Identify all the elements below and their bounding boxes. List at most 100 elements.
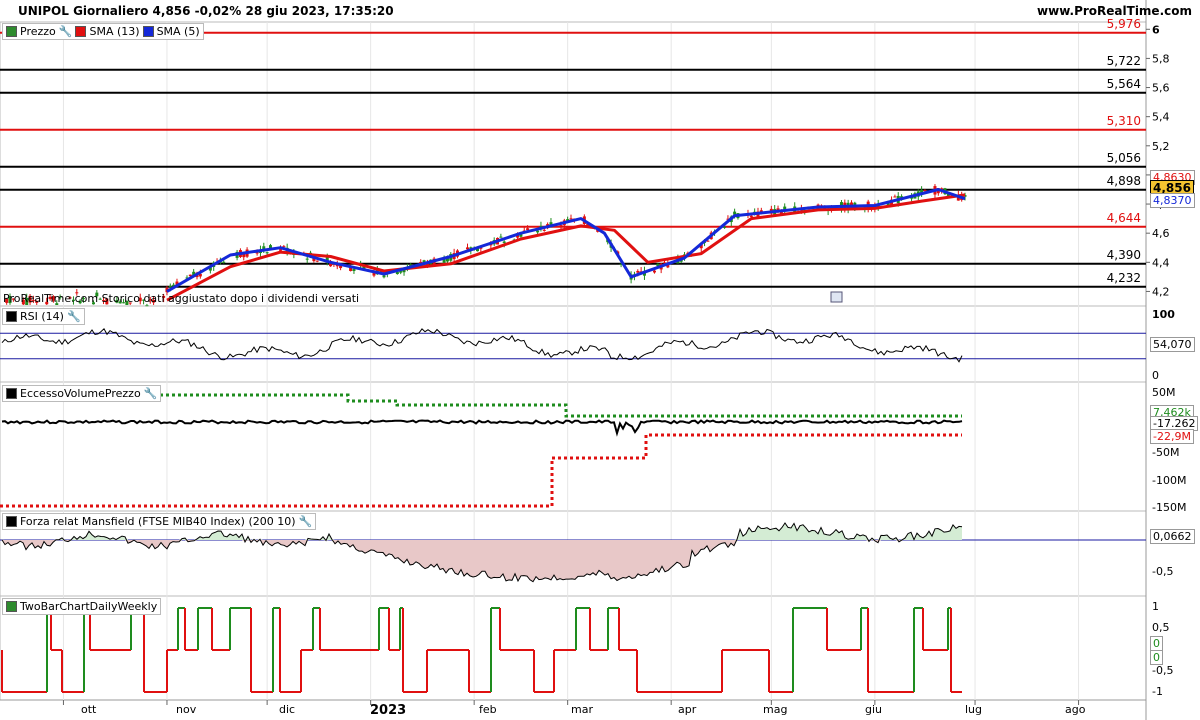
month-feb: feb [479,703,497,716]
volume-axis-m50m: -50M [1152,446,1180,459]
price-axis-label: 5,8 [1152,52,1170,65]
price-axis-label: 4,4 [1152,256,1170,269]
price-level-label: 5,564 [1107,77,1141,91]
rsi-legend-label: RSI (14) [20,310,64,323]
candle-body [502,241,506,243]
candle-body [723,226,727,228]
candle-body [315,260,319,262]
candle-body [168,285,172,288]
wrench-icon[interactable]: 🔧 [59,25,73,38]
month-mag: mag [763,703,788,716]
volume-legend-label: EccessoVolumePrezzo [20,387,141,400]
price-level-label: 5,056 [1107,151,1141,165]
volume-swatch [6,388,17,399]
price-level-label: 4,644 [1107,211,1141,225]
rsi-panel [0,305,1147,383]
price-level-label: 4,390 [1107,248,1141,262]
rsi-axis-bottom: 0 [1152,369,1159,382]
legend-sma13: SMA (13) [89,25,140,38]
candle-body [499,236,503,238]
twobar-axis-m05: -0,5 [1152,664,1174,677]
site-label[interactable]: www.ProRealTime.com [1037,4,1192,18]
legend-prezzo: Prezzo [20,25,56,38]
price-level-label: 4,232 [1107,271,1141,285]
volume-red-dotted [0,433,962,508]
candle-body [305,258,309,260]
volume-legend[interactable]: EccessoVolumePrezzo 🔧 [2,385,162,402]
twobar-axis-1: 1 [1152,600,1159,613]
title-bar: UNIPOL Giornaliero 4,856 -0,02% 28 giu 2… [0,0,1200,22]
volume-axis-m150m: -150M [1152,501,1187,514]
sma13-swatch [75,26,87,37]
twobar-badge-1: 0 [1150,636,1163,651]
twobar-legend[interactable]: TwoBarChartDailyWeekly [2,598,162,615]
candle-body [733,211,737,215]
month-2023: 2023 [370,703,407,718]
volume-axis-m100m: -100M [1152,474,1187,487]
price-axis-label: 5,6 [1152,82,1170,95]
month-mar: mar [571,703,593,716]
price-swatch [6,26,17,37]
month-lug: lug [965,703,983,716]
rsi-axis-top: 100 [1152,308,1175,321]
month-ott: ott [81,703,97,716]
mansfield-legend[interactable]: Forza relat Mansfield (FTSE MIB40 Index)… [2,513,317,530]
data-note: ProRealTime.com Storico dati aggiustato … [3,292,360,305]
candle-body [465,247,469,250]
month-ago: ago [1065,703,1086,716]
month-apr: apr [678,703,697,716]
month-dic: dic [279,703,296,716]
wrench-icon[interactable]: 🔧 [67,310,81,323]
candle-body [145,305,149,307]
twobar-axis-05: 0,5 [1152,621,1170,634]
price-level-label: 5,722 [1107,54,1141,68]
rsi-legend[interactable]: RSI (14) 🔧 [2,308,85,325]
sma5-swatch [142,26,154,37]
twobar-badge-2: 0 [1150,650,1163,665]
twobar-swatch [6,601,17,612]
rsi-line [1,327,963,363]
twobar-legend-label: TwoBarChartDailyWeekly [20,600,158,613]
price-axis-label: 5,2 [1152,140,1170,153]
calendar-icon [830,291,843,303]
volume-red-badge: -22,9M [1150,429,1194,444]
candle-body [893,196,897,198]
price-axis-label: 5,4 [1152,111,1170,124]
volume-black-line [1,419,963,437]
rsi-value-badge: 54,070 [1150,337,1195,352]
legend-sma5: SMA (5) [156,25,200,38]
volume-panel [0,381,1147,512]
candle-body [352,269,356,272]
month-giu: giu [865,703,883,716]
candle-body [923,190,927,192]
candle-body [265,252,269,254]
candle-body [542,229,546,231]
price-level-label: 5,310 [1107,114,1141,128]
mansfield-value-badge: 0,0662 [1150,529,1195,544]
chart-title: UNIPOL Giornaliero 4,856 -0,02% 28 giu 2… [18,4,394,18]
candle-body [222,261,226,263]
mansfield-axis-m05: -0,5 [1152,565,1174,578]
candle-body [382,275,386,278]
price-axis-label: 6 [1152,23,1160,36]
candle-body [569,218,573,220]
candle-body [636,270,640,273]
wrench-icon[interactable]: 🔧 [144,387,158,400]
sma5-line [166,188,966,293]
candle-body [749,215,753,217]
month-nov: nov [176,703,197,716]
rsi-swatch [6,311,17,322]
main-legend[interactable]: Prezzo 🔧 SMA (13) SMA (5) [2,23,204,40]
price-axis-label: 4,6 [1152,227,1170,240]
volume-axis-50m: 50M [1152,386,1176,399]
chart-canvas: 5,9765,7225,5645,3105,0564,8984,6444,390… [0,0,1170,720]
twobar-axis-m1: -1 [1152,685,1163,698]
price-level-label: 4,898 [1107,174,1141,188]
twobar-panel [0,595,1147,701]
wrench-icon[interactable]: 🔧 [299,515,313,528]
price-axis-label: 4,2 [1152,285,1170,298]
sma5-badge: 4,8370 [1150,193,1195,208]
mansfield-legend-label: Forza relat Mansfield (FTSE MIB40 Index)… [20,515,296,528]
volume-green-dotted [160,393,962,418]
candle-body [652,270,656,273]
